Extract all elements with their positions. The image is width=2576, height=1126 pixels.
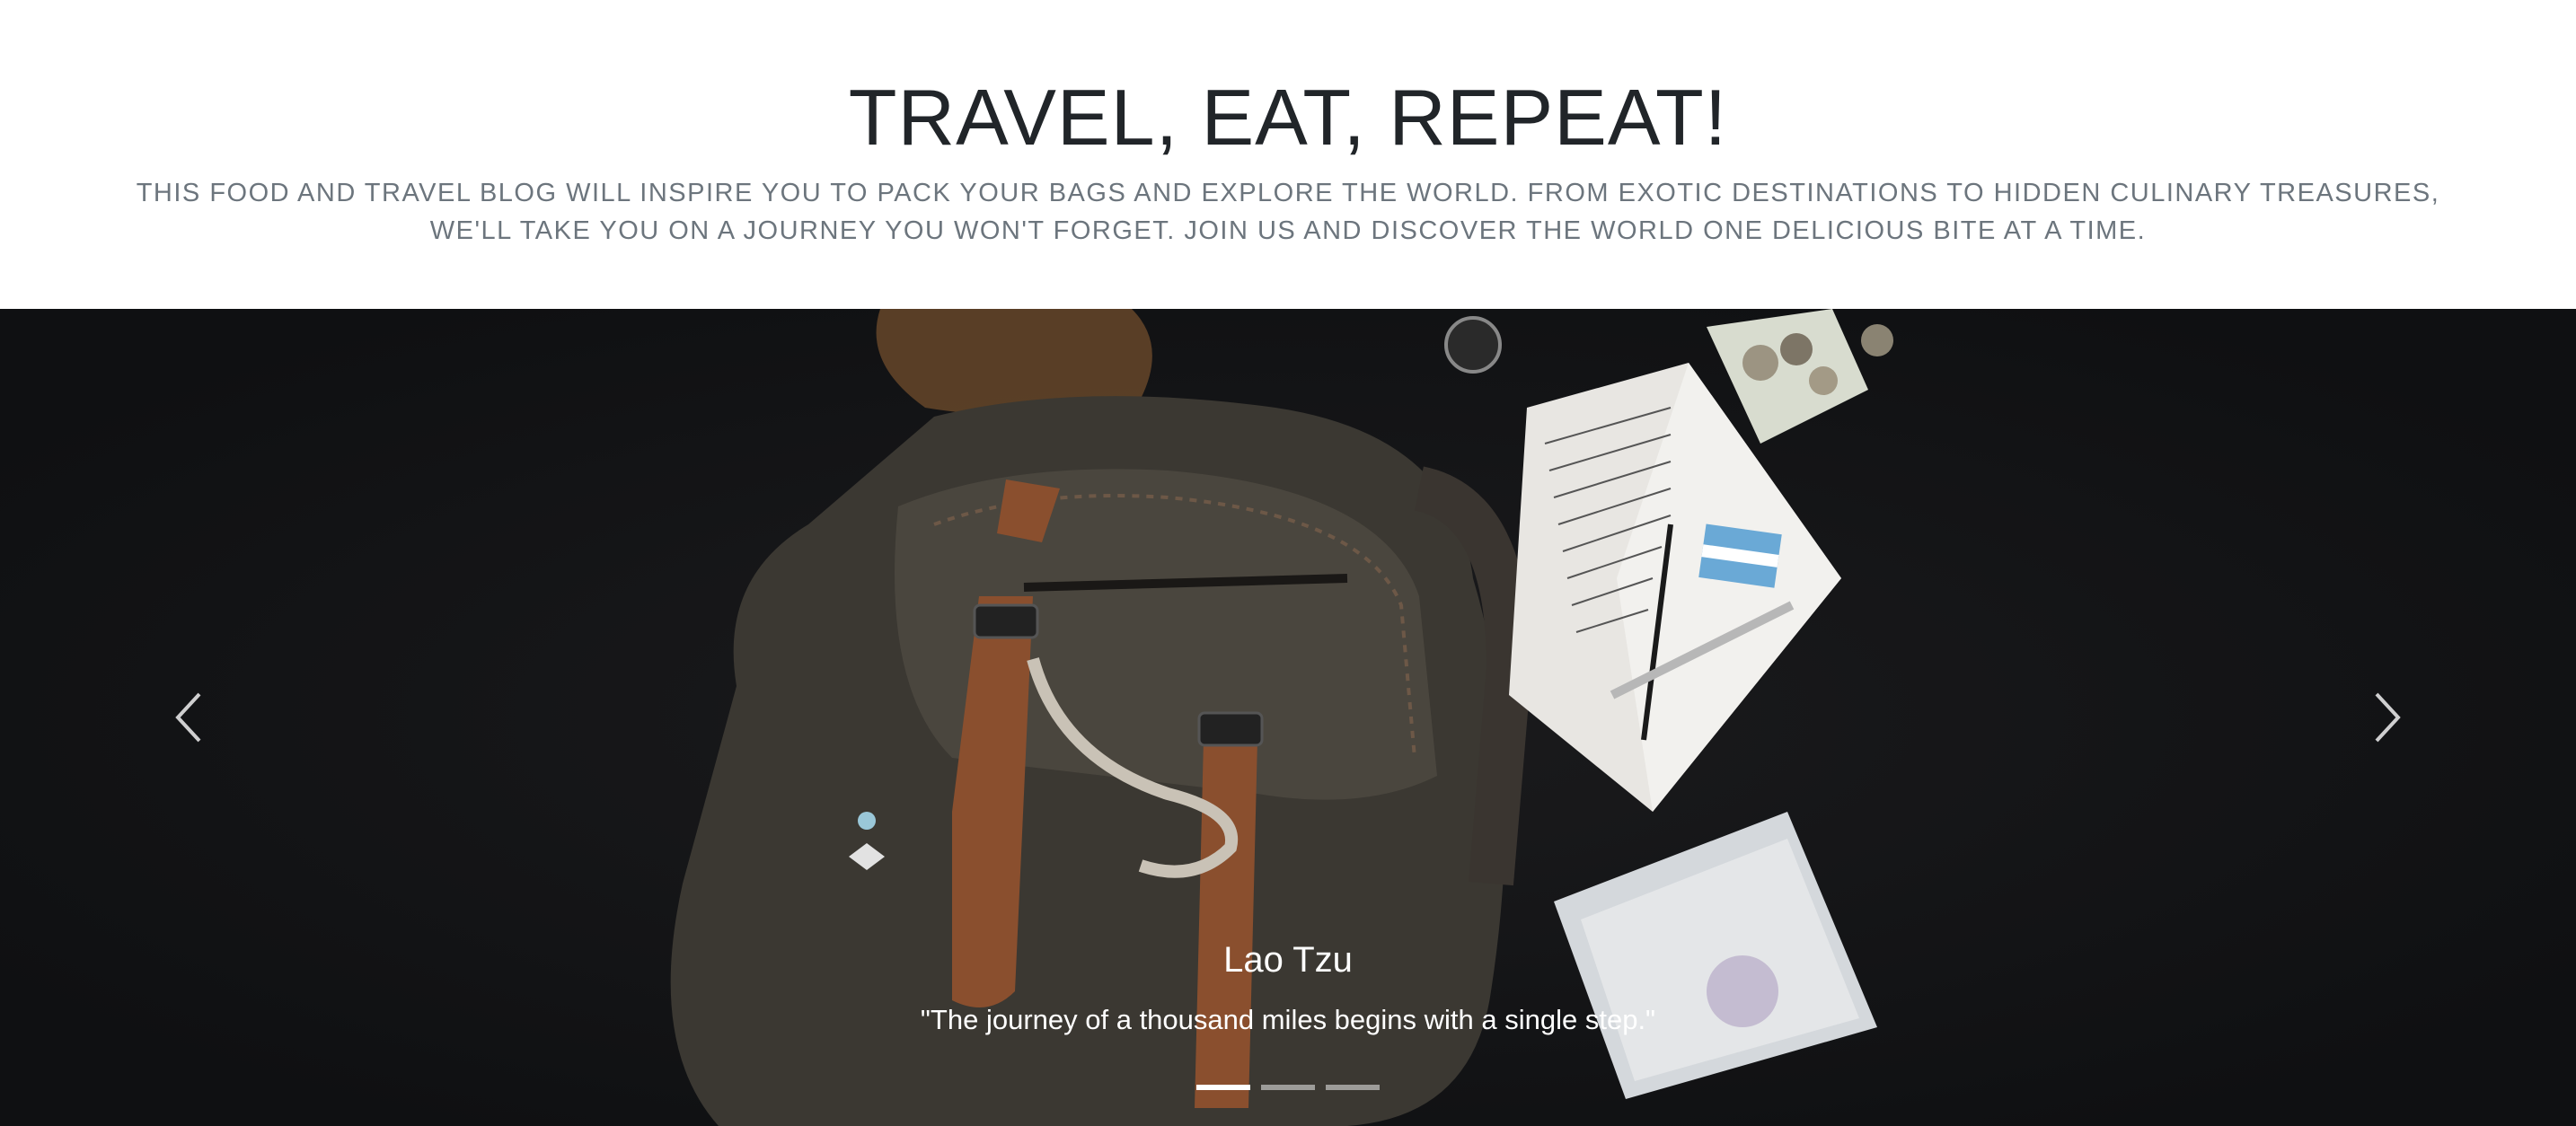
caption-text: "The journey of a thousand miles begins … bbox=[920, 1004, 1656, 1035]
page-title: TRAVEL, EAT, REPEAT! bbox=[848, 73, 1728, 162]
hero-carousel: Lao Tzu "The journey of a thousand miles… bbox=[0, 309, 2576, 1126]
site-header: TRAVEL, EAT, REPEAT! THIS FOOD AND TRAVE… bbox=[0, 0, 2576, 309]
carousel-indicator[interactable] bbox=[1196, 1085, 1250, 1090]
site-tagline: THIS FOOD AND TRAVEL BLOG WILL INSPIRE Y… bbox=[136, 179, 2440, 245]
carousel-indicator[interactable] bbox=[1261, 1085, 1315, 1090]
chevron-left-icon bbox=[175, 692, 201, 743]
carousel-indicator[interactable] bbox=[1326, 1085, 1380, 1090]
caption-title: Lao Tzu bbox=[1223, 940, 1353, 980]
carousel-caption: Lao Tzu "The journey of a thousand miles… bbox=[0, 940, 2576, 1036]
chevron-right-icon bbox=[2375, 692, 2401, 743]
carousel-indicators bbox=[0, 1085, 2576, 1090]
